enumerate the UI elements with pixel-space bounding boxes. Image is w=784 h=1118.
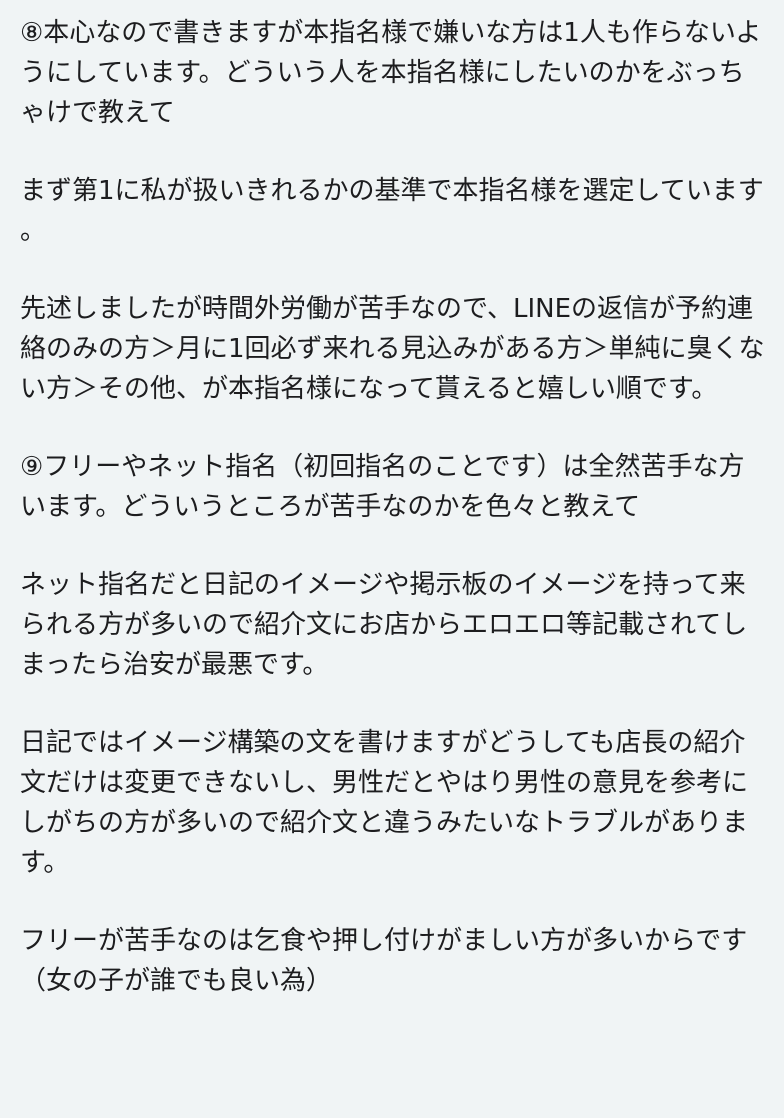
paragraph-question-9: ⑨フリーやネット指名（初回指名のことです）は全然苦手な方います。どういうところが… (20, 452, 745, 522)
paragraph-answer-8-selection: まず第1に私が扱いきれるかの基準で本指名様を選定しています。 (20, 176, 764, 246)
paragraph-answer-8-ranking: 先述しましたが時間外労働が苦手なので、LINEの返信が予約連絡のみの方＞月に1回… (20, 294, 765, 404)
paragraph-answer-9-introduction: 日記ではイメージ構築の文を書けますがどうしても店長の紹介文だけは変更できないし、… (20, 728, 749, 878)
paragraph-answer-9-net-nomination: ネット指名だと日記のイメージや掲示板のイメージを持って来られる方が多いので紹介文… (20, 570, 748, 680)
article-body: ⑧本心なので書きますが本指名様で嫌いな方は1人も作らないようにしています。どうい… (0, 0, 784, 1118)
paragraph-answer-9-free: フリーが苦手なのは乞食や押し付けがましい方が多いからです（女の子が誰でも良い為） (20, 926, 748, 996)
paragraph-question-8: ⑧本心なので書きますが本指名様で嫌いな方は1人も作らないようにしています。どうい… (20, 18, 762, 128)
